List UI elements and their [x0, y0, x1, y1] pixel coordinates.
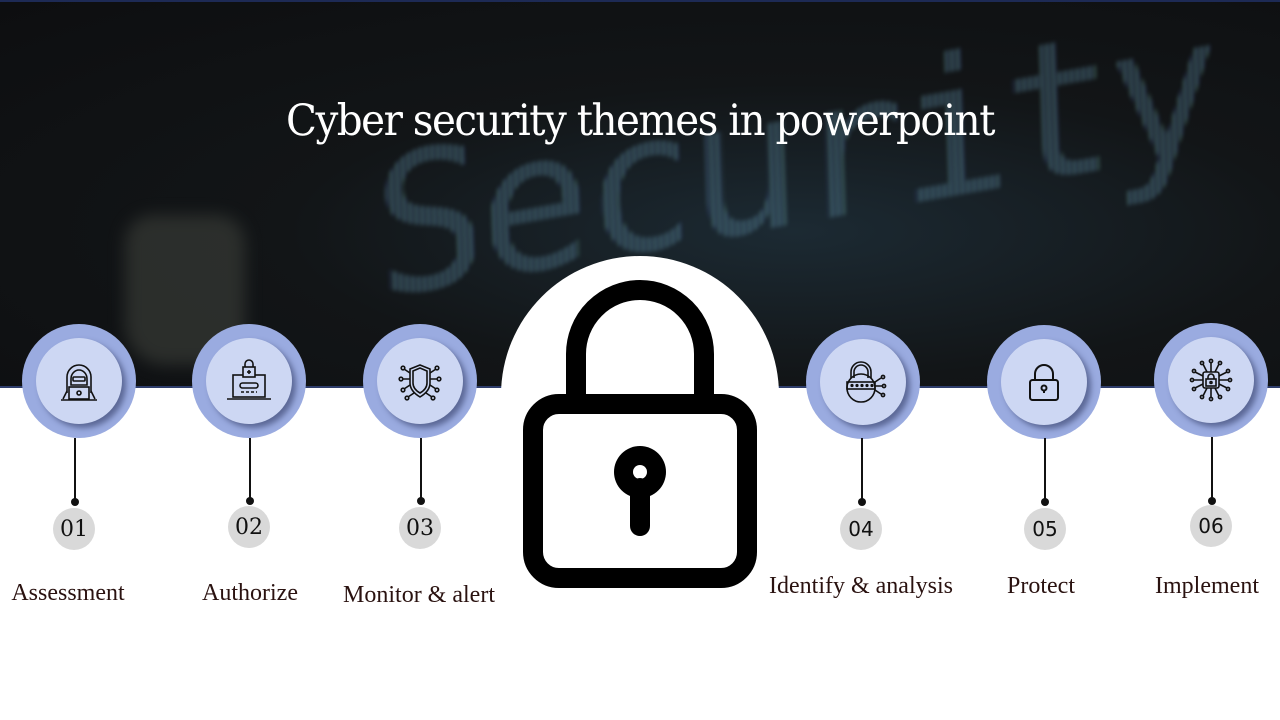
step-4-icon-circle	[820, 339, 906, 425]
laptop-lock-icon	[227, 359, 271, 400]
step-2-icon-circle	[206, 338, 292, 424]
step-6-connector	[1211, 437, 1213, 499]
hacker-laptop-icon	[61, 364, 97, 401]
step-3-number: 03	[399, 507, 441, 549]
step-2-ring	[192, 324, 306, 438]
step-2-number: 02	[228, 506, 270, 548]
step-4-ring	[806, 325, 920, 439]
step-6-icon-circle	[1168, 337, 1254, 423]
step-1-icon-circle	[36, 338, 122, 424]
step-1-connector	[74, 438, 76, 500]
step-3-dot	[417, 497, 425, 505]
step-6-ring	[1154, 323, 1268, 437]
step-5-number: 05	[1024, 508, 1066, 550]
step-5-ring	[987, 325, 1101, 439]
step-2-connector	[249, 438, 251, 500]
padlock-icon	[1029, 364, 1059, 401]
step-3-icon-circle	[377, 338, 463, 424]
step-1-dot	[71, 498, 79, 506]
step-3-ring	[363, 324, 477, 438]
step-1-ring	[22, 324, 136, 438]
step-3-label: Monitor & alert	[343, 582, 495, 608]
slide-title: Cyber security themes in powerpoint	[286, 96, 995, 146]
step-6-dot	[1208, 497, 1216, 505]
step-5-icon-circle	[1001, 339, 1087, 425]
step-4-dot	[858, 498, 866, 506]
step-4-connector	[861, 438, 863, 500]
step-6-label: Implement	[1155, 573, 1259, 599]
step-2-dot	[246, 497, 254, 505]
step-4-number: 04	[840, 508, 882, 550]
step-3-connector	[420, 438, 422, 500]
shield-circuit-icon	[398, 364, 442, 401]
chip-lock-icon	[1189, 358, 1233, 402]
password-lock-circuit-icon	[846, 361, 887, 403]
background-security-word: Security	[370, 0, 1216, 343]
step-1-number: 01	[53, 508, 95, 550]
padlock-icon	[523, 280, 757, 588]
step-5-connector	[1044, 438, 1046, 500]
step-5-dot	[1041, 498, 1049, 506]
step-6-number: 06	[1190, 505, 1232, 547]
